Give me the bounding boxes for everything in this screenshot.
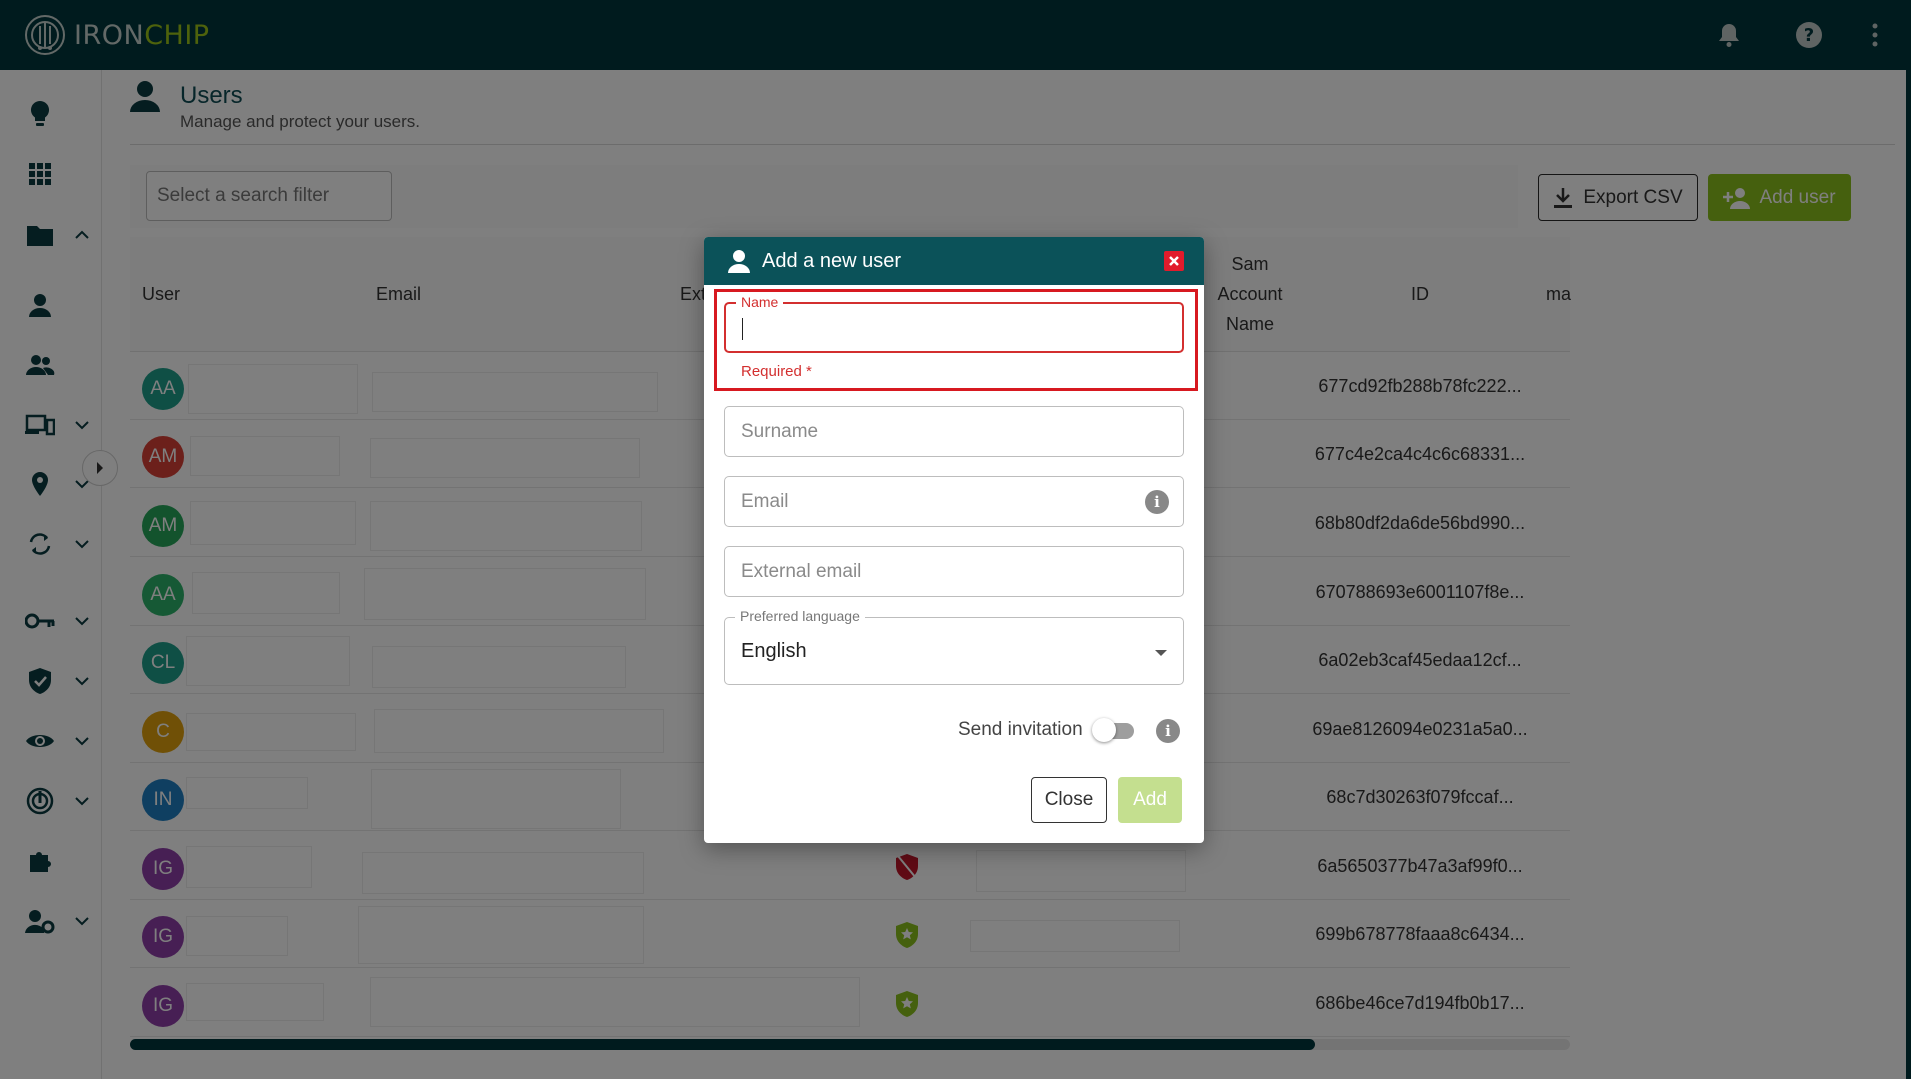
dialog-close-button[interactable] (1164, 251, 1184, 271)
send-invitation-toggle-knob[interactable] (1092, 718, 1116, 742)
add-button[interactable]: Add (1118, 777, 1182, 823)
text-caret (742, 318, 743, 340)
preferred-language-select[interactable]: Preferred language English (724, 608, 1184, 685)
add-user-dialog: Add a new user Name Required * Surname E… (704, 237, 1204, 843)
close-button[interactable]: Close (1031, 777, 1107, 823)
user-icon (728, 250, 750, 273)
external-email-field[interactable]: External email (724, 546, 1184, 597)
email-placeholder: Email (741, 491, 789, 512)
email-field[interactable]: Email i (724, 476, 1184, 527)
info-icon[interactable]: i (1156, 719, 1180, 743)
name-required-error: Required * (741, 363, 812, 380)
dialog-header: Add a new user (704, 237, 1204, 285)
name-field[interactable]: Name (724, 294, 1184, 353)
preferred-language-label: Preferred language (735, 608, 865, 624)
info-icon[interactable]: i (1145, 490, 1169, 514)
external-email-placeholder: External email (741, 561, 862, 582)
dropdown-arrow-icon (1155, 650, 1167, 656)
name-field-label: Name (736, 294, 784, 310)
surname-placeholder: Surname (741, 421, 819, 442)
close-icon (1169, 256, 1179, 266)
surname-field[interactable]: Surname (724, 406, 1184, 457)
dialog-title: Add a new user (762, 249, 901, 272)
preferred-language-value: English (741, 640, 807, 662)
send-invitation-label: Send invitation (958, 719, 1083, 740)
